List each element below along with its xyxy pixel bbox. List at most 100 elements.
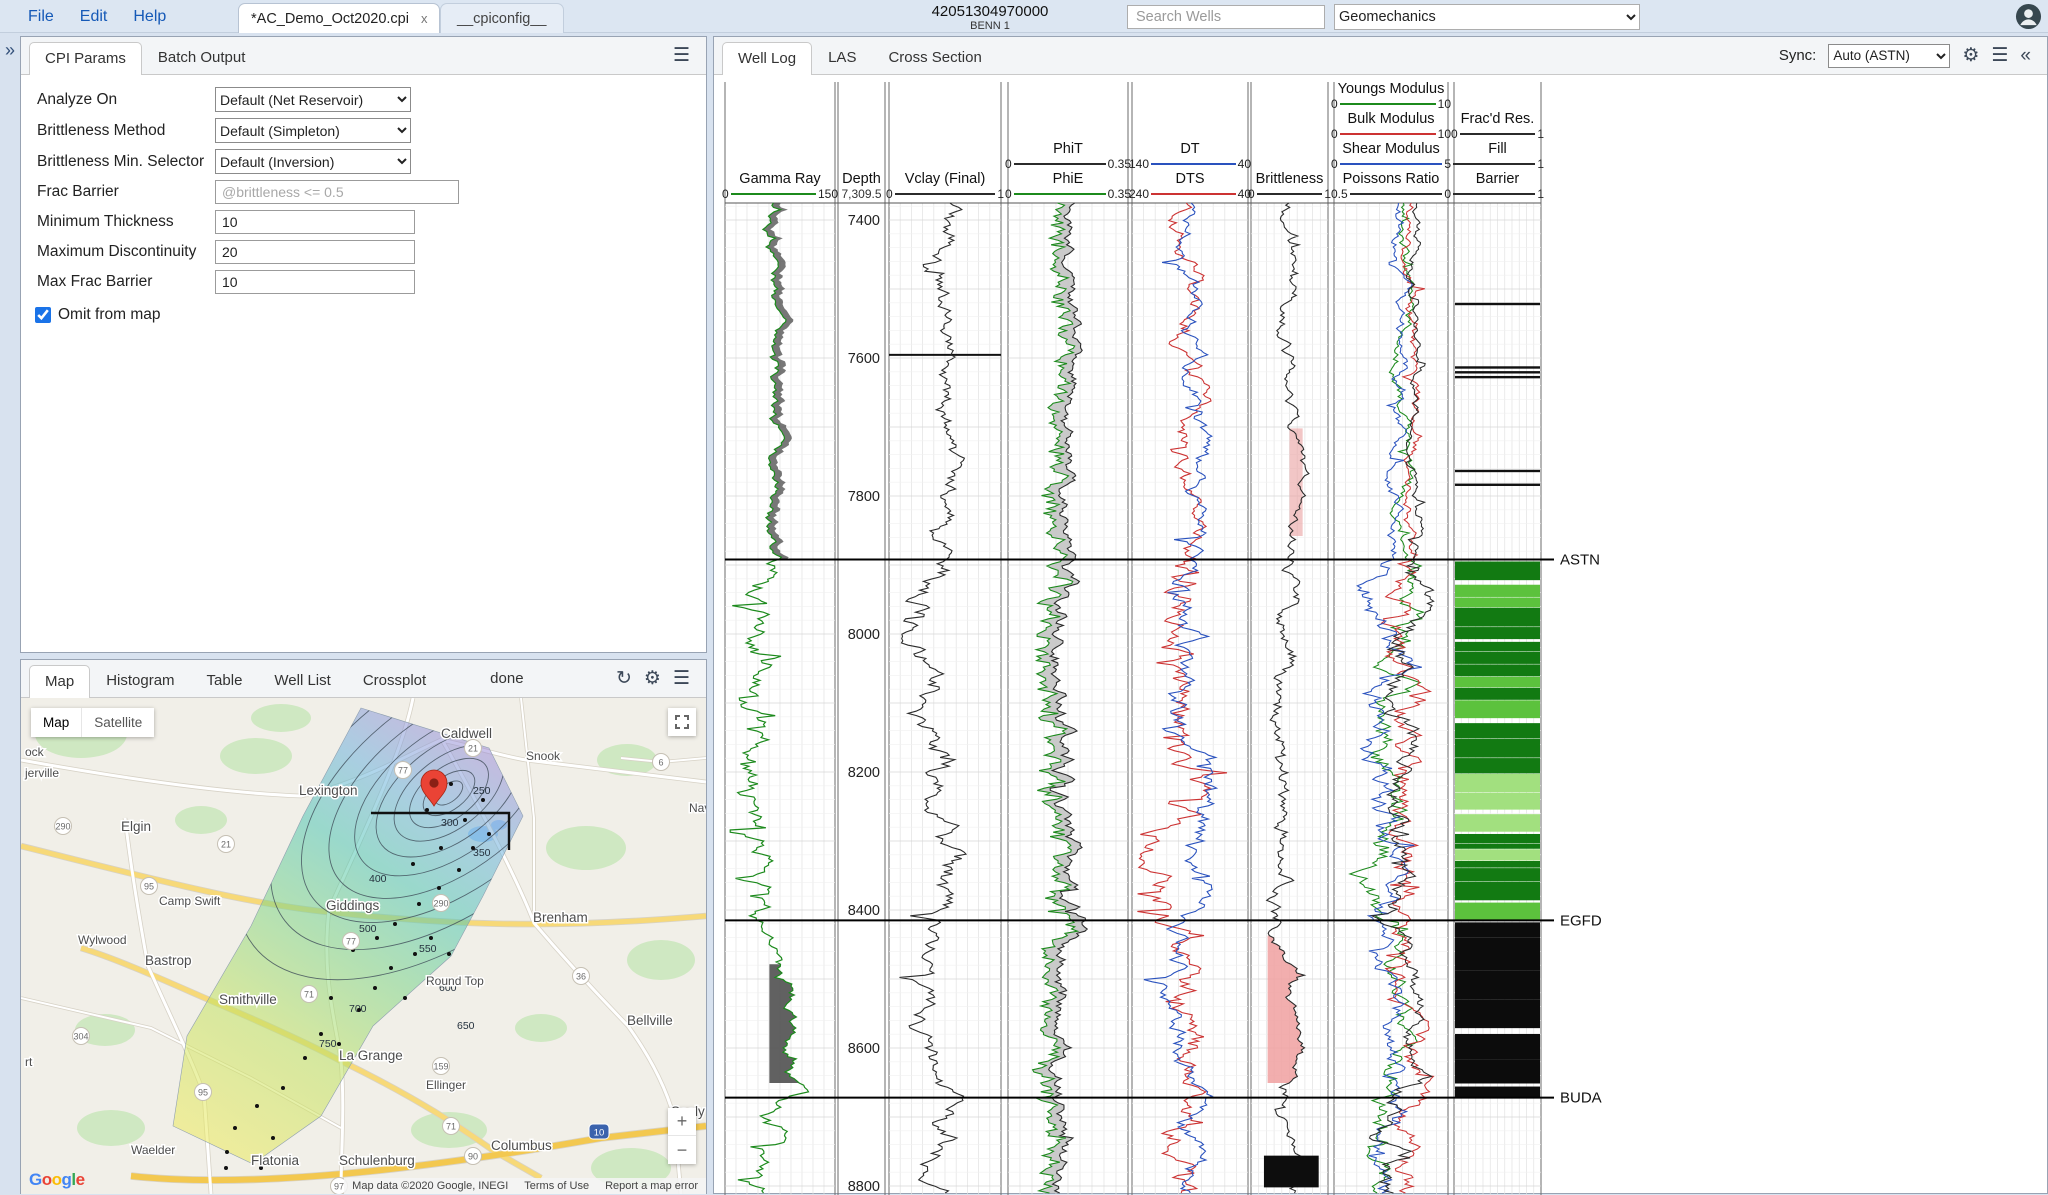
param-input-max-frac-barrier[interactable] [215,270,415,294]
curve-name-vclay-final: Vclay (Final) [886,171,1004,187]
tab-las[interactable]: LAS [812,41,872,74]
track-header-depth[interactable]: Depth7,309.5 [835,171,888,201]
sync-select[interactable]: Auto (ASTN) [1828,44,1950,68]
collapse-right-panel-icon[interactable]: « [2020,46,2031,65]
param-input-maximum-discontinuity[interactable] [215,240,415,264]
tab-cpi-params[interactable]: CPI Params [29,42,142,75]
log-menu-icon[interactable]: ☰ [1991,46,2008,65]
param-input-frac-barrier[interactable] [215,180,459,204]
horizon-label-buda: BUDA [1560,1090,1602,1107]
menu-help[interactable]: Help [133,8,166,26]
tab-cross-section[interactable]: Cross Section [872,41,997,74]
well-identifier: 42051304970000 BENN 1 [880,3,1100,32]
track-header-phi[interactable]: PhiT00.35PhiE00.35 [1005,141,1131,201]
road-shield: 77 [343,933,360,950]
search-wells-input[interactable] [1127,5,1325,29]
document-tab-close-icon[interactable]: x [421,11,428,26]
tab-well-log[interactable]: Well Log [722,42,812,75]
module-select[interactable]: Geomechanics [1334,4,1640,30]
svg-text:300: 300 [441,817,459,829]
curve-name-dts: DTS [1129,171,1251,187]
depth-label: 7600 [848,351,880,367]
report-error-link[interactable]: Report a map error [605,1180,698,1192]
tab-table[interactable]: Table [191,664,259,697]
log-tabstrip: Well LogLASCross Section Sync: Auto (AST… [714,37,2047,75]
map-attribution: Map data ©2020 Google, INEGI Terms of Us… [344,1178,706,1194]
map-type-satellite-button[interactable]: Satellite [81,708,154,737]
zoom-in-button[interactable]: + [668,1108,696,1136]
svg-text:290: 290 [433,899,448,909]
svg-text:71: 71 [304,990,314,1000]
status-text: done [490,670,523,687]
track-header-vclay[interactable]: Vclay (Final)01 [886,171,1004,201]
tab-well-list[interactable]: Well List [258,664,346,697]
track-header-dt[interactable]: DT14040DTS24040 [1129,141,1251,201]
tab-map[interactable]: Map [29,665,90,698]
param-select-brittleness-method[interactable]: Default (Simpleton) [215,118,411,143]
curve-name-dt: DT [1129,141,1251,157]
map-menu-icon[interactable]: ☰ [673,669,690,688]
param-select-analyze-on[interactable]: Default (Net Reservoir) [215,87,411,112]
map-type-map-button[interactable]: Map [31,708,81,737]
road-shield: 290 [433,895,450,912]
param-row-max-frac-barrier: Max Frac Barrier [37,270,706,294]
menu-edit[interactable]: Edit [80,8,108,26]
log-settings-icon[interactable]: ⚙ [1962,46,1979,65]
svg-text:750: 750 [319,1038,337,1050]
param-label-maximum-discontinuity: Maximum Discontinuity [37,243,215,261]
track-header-frac[interactable]: Frac'd Res.01Fill1Barrier1 [1451,111,1544,201]
road-shield: 290 [55,818,72,835]
menu-file[interactable]: File [28,8,54,26]
document-tab[interactable]: *AC_Demo_Oct2020.cpi x [238,3,440,33]
map-town-label: Flatonia [251,1153,300,1168]
refresh-icon[interactable]: ↻ [616,669,632,688]
param-select-brittleness-min-selector[interactable]: Default (Inversion) [215,149,411,174]
map-settings-icon[interactable]: ⚙ [644,669,661,688]
track-header-mech[interactable]: Youngs Modulus010Bulk Modulus010Shear Mo… [1331,81,1451,201]
tab-histogram[interactable]: Histogram [90,664,190,697]
map-tabstrip: MapHistogramTableWell ListCrossplot done… [21,660,706,698]
google-map[interactable]: 200250300350400500550600650700750Caldwel… [21,698,706,1194]
depth-label: 8000 [848,627,880,643]
well-log-panel: Well LogLASCross Section Sync: Auto (AST… [713,36,2048,1194]
param-input-minimum-thickness[interactable] [215,210,415,234]
curve-name-phie: PhiE [1005,171,1131,187]
track-header-britt[interactable]: Brittleness01 [1248,171,1331,201]
curve-scale-gamma-ray: 0150 [722,187,838,201]
curve-name-youngs-modulus: Youngs Modulus [1331,81,1451,97]
expand-left-panel-icon[interactable]: » [5,40,15,61]
tab-crossplot[interactable]: Crossplot [347,664,442,697]
param-label-frac-barrier: Frac Barrier [37,183,215,201]
map-fullscreen-button[interactable] [668,708,696,736]
map-town-label: Columbus [491,1138,552,1153]
config-tab[interactable]: __cpiconfig__ [440,3,564,33]
svg-text:97: 97 [334,1182,344,1192]
road-shield: 6 [653,754,670,771]
depth-header-label: Depth [835,171,888,187]
map-town-label: Elgin [121,819,151,834]
curve-scale-brittleness: 01 [1248,187,1331,201]
zoom-out-button[interactable]: − [668,1136,696,1164]
map-town-label: jerville [24,766,59,780]
road-shield: 36 [573,968,590,985]
params-menu-icon[interactable]: ☰ [673,46,690,65]
curve-name-gamma-ray: Gamma Ray [722,171,838,187]
log-canvas: 74007600780080008200840086008800ASTNEGFD… [714,76,2048,1195]
user-account-icon[interactable] [2015,3,2042,30]
svg-text:159: 159 [433,1062,448,1072]
depth-label: 7400 [848,213,880,229]
track-header-gr[interactable]: Gamma Ray0150 [722,171,838,201]
svg-text:95: 95 [198,1088,208,1098]
curve-name-brittleness: Brittleness [1248,171,1331,187]
param-label-brittleness-method: Brittleness Method [37,122,215,140]
curve-name-frac-d-res: Frac'd Res. [1451,111,1544,127]
curve-name-barrier: Barrier [1451,171,1544,187]
omit-from-map-checkbox[interactable] [35,307,51,323]
map-town-label: Caldwell [441,726,492,741]
map-town-label: Bastrop [145,953,192,968]
map-data-credit: Map data ©2020 Google, INEGI [352,1180,508,1192]
terms-of-use-link[interactable]: Terms of Use [524,1180,589,1192]
tab-batch-output[interactable]: Batch Output [142,41,262,74]
curve-name-shear-modulus: Shear Modulus [1331,141,1451,157]
svg-text:6: 6 [658,758,663,768]
